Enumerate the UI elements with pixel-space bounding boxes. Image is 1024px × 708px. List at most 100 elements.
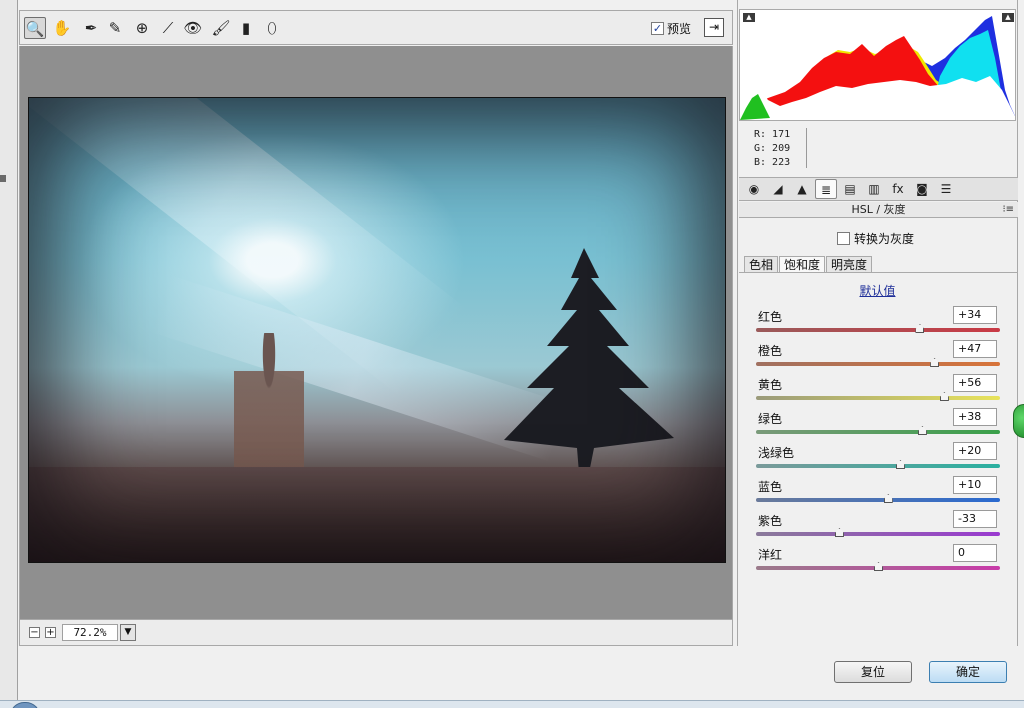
- zoom-bar: − + 72.2% ▼: [19, 619, 733, 646]
- slider-label: 红色: [758, 310, 783, 324]
- slider-track[interactable]: [756, 328, 1000, 332]
- slider-label: 浅绿色: [758, 446, 795, 460]
- slider-label: 紫色: [758, 514, 783, 528]
- straighten-icon[interactable]: ⟋: [157, 17, 179, 39]
- tab-basic[interactable]: ◉: [743, 179, 765, 199]
- tab-detail[interactable]: ▲: [791, 179, 813, 199]
- slider-thumb[interactable]: [874, 562, 883, 571]
- readout-b: B: 223: [754, 157, 791, 168]
- readout-g: G: 209: [754, 143, 791, 154]
- histogram: ▲ ▲: [739, 9, 1016, 121]
- taskbar-strip: [0, 700, 1024, 708]
- tab-lens[interactable]: ▥: [863, 179, 885, 199]
- zoom-in-button[interactable]: +: [45, 627, 56, 638]
- slider-label: 黄色: [758, 378, 783, 392]
- default-values-link[interactable]: 默认值: [738, 282, 1017, 299]
- slider-label: 绿色: [758, 412, 783, 426]
- edge-notch: [0, 175, 6, 182]
- slider-label: 洋红: [758, 548, 783, 562]
- panel-tabs: ◉ ◢ ▲ ≣ ▤ ▥ fx ◙ ☰: [739, 177, 1018, 201]
- histogram-graph: [740, 16, 1015, 120]
- preview-photo[interactable]: [28, 97, 726, 563]
- slider-value-field[interactable]: +38: [953, 408, 997, 426]
- slider-row: 橙色 +47: [756, 340, 1001, 374]
- slider-value-field[interactable]: +34: [953, 306, 997, 324]
- ok-button[interactable]: 确定: [929, 661, 1007, 683]
- hand-tool-icon[interactable]: ✋: [51, 17, 73, 39]
- grayscale-label: 转换为灰度: [854, 232, 915, 246]
- slider-thumb[interactable]: [895, 460, 905, 469]
- zoom-level-field[interactable]: 72.2%: [62, 624, 118, 641]
- zoom-out-button[interactable]: −: [29, 627, 40, 638]
- slider-label: 橙色: [758, 344, 783, 358]
- slider-value-field[interactable]: 0: [953, 544, 997, 562]
- tool-bar: 🔍 ✋ ✒ ✎ ⊕ ⟋ 👁 🖌 ▮ ⬯ ✓ 预览 ⇥: [19, 10, 733, 45]
- readout-r: R: 171: [754, 129, 791, 140]
- reset-button[interactable]: 复位: [834, 661, 912, 683]
- subtab-divider: [739, 272, 1018, 273]
- tab-hsl[interactable]: ≣: [815, 179, 837, 199]
- graduated-filter-icon[interactable]: ▮: [235, 17, 257, 39]
- subtab-hue[interactable]: 色相: [744, 256, 779, 272]
- slider-track[interactable]: [756, 532, 1000, 536]
- slider-thumb[interactable]: [939, 392, 949, 401]
- window-left-edge: [0, 0, 18, 708]
- zoom-dropdown-button[interactable]: ▼: [120, 624, 136, 641]
- slider-value-field[interactable]: +56: [953, 374, 997, 392]
- slider-track[interactable]: [756, 396, 1000, 400]
- tab-tone-curve[interactable]: ◢: [767, 179, 789, 199]
- shadow-clipping-icon[interactable]: ▲: [743, 13, 755, 22]
- tab-split-toning[interactable]: ▤: [839, 179, 861, 199]
- slider-thumb[interactable]: [834, 528, 844, 537]
- slider-label: 蓝色: [758, 480, 783, 494]
- tab-camera-calibration[interactable]: ◙: [911, 179, 933, 199]
- tab-presets[interactable]: ☰: [935, 179, 957, 199]
- slider-value-field[interactable]: +20: [953, 442, 997, 460]
- slider-track[interactable]: [756, 362, 1000, 366]
- zoom-tool-icon[interactable]: 🔍: [24, 17, 46, 39]
- targeted-adjust-icon[interactable]: ⊕: [131, 17, 153, 39]
- slider-row: 黄色 +56: [756, 374, 1001, 408]
- image-preview-area: [19, 46, 733, 619]
- section-title-text: HSL / 灰度: [851, 203, 906, 216]
- rgb-readout: R: 171 G: 209 B: 223: [754, 128, 790, 170]
- slider-track[interactable]: [756, 498, 1000, 502]
- slider-thumb[interactable]: [930, 358, 940, 367]
- side-notification-icon[interactable]: [1013, 404, 1024, 438]
- slider-value-field[interactable]: +10: [953, 476, 997, 494]
- slider-value-field[interactable]: +47: [953, 340, 997, 358]
- radial-filter-icon[interactable]: ⬯: [261, 17, 283, 39]
- red-eye-icon[interactable]: 👁: [182, 17, 204, 39]
- preview-toggle[interactable]: ✓ 预览: [651, 20, 691, 37]
- highlight-clipping-icon[interactable]: ▲: [1002, 13, 1014, 22]
- slider-row: 绿色 +38: [756, 408, 1001, 442]
- fullscreen-toggle-button[interactable]: ⇥: [704, 18, 724, 37]
- slider-row: 洋红 0: [756, 544, 1001, 578]
- slider-thumb[interactable]: [883, 494, 893, 503]
- preview-label: 预览: [667, 22, 692, 36]
- convert-to-grayscale-toggle[interactable]: 转换为灰度: [837, 230, 914, 247]
- slider-track[interactable]: [756, 464, 1000, 468]
- panel-menu-icon[interactable]: ⁝≡: [1002, 202, 1014, 217]
- fullscreen-icon: ⇥: [708, 20, 720, 34]
- slider-track[interactable]: [756, 430, 1000, 434]
- slider-row: 紫色 -33: [756, 510, 1001, 544]
- slider-value-field[interactable]: -33: [953, 510, 997, 528]
- slider-row: 红色 +34: [756, 306, 1001, 340]
- hsl-subtabs: 色相 饱和度 明亮度: [744, 256, 873, 272]
- white-balance-icon[interactable]: ✒: [80, 17, 102, 39]
- tab-effects[interactable]: fx: [887, 179, 909, 199]
- photo-vignette: [29, 98, 725, 562]
- color-sampler-icon[interactable]: ✎: [104, 17, 126, 39]
- brush-icon[interactable]: 🖌: [210, 17, 232, 39]
- slider-thumb[interactable]: [915, 324, 925, 333]
- section-title: HSL / 灰度 ⁝≡: [739, 202, 1018, 218]
- camera-raw-window: 🔍 ✋ ✒ ✎ ⊕ ⟋ 👁 🖌 ▮ ⬯ ✓ 预览 ⇥ − + 72.2% ▼ ▲…: [0, 0, 1024, 708]
- subtab-luminance[interactable]: 明亮度: [826, 256, 873, 272]
- readout-divider: [806, 128, 807, 168]
- preview-checkbox[interactable]: ✓: [651, 22, 664, 35]
- slider-row: 浅绿色 +20: [756, 442, 1001, 476]
- subtab-saturation[interactable]: 饱和度: [779, 256, 826, 272]
- grayscale-checkbox[interactable]: [837, 232, 850, 245]
- slider-thumb[interactable]: [917, 426, 927, 435]
